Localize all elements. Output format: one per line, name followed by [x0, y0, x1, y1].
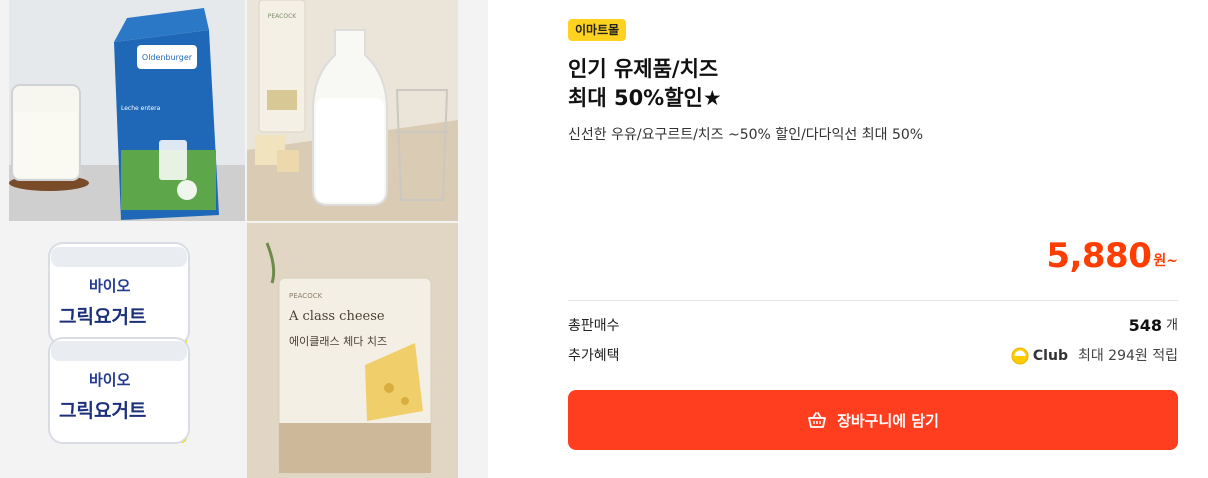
total-sold-count: 548	[1128, 316, 1163, 335]
bio-greek-yogurt-image[interactable]: 1등 x2 바이오 그릭요거트 바이오 그릭요거트	[9, 223, 245, 478]
club-benefit-text: 최대 294원 적립	[1077, 348, 1178, 364]
club-icon	[1011, 347, 1029, 365]
product-title: 인기 유제품/치즈 최대 50%할인★	[568, 55, 1168, 113]
club-label: Club	[1032, 348, 1068, 364]
price-unit: 원~	[1153, 253, 1178, 269]
extra-benefit-row: 추가혜택 Club 최대 294원 적립	[568, 345, 1178, 367]
extra-benefit-label: 추가혜택	[568, 348, 620, 364]
product-info-panel: 이마트몰 인기 유제품/치즈 최대 50%할인★ 신선한 우유/요구르트/치즈 …	[568, 0, 1178, 478]
total-sold-label: 총판매수	[568, 318, 620, 334]
peacock-a-class-cheese-image[interactable]: PEACOCK A class cheese 에이클래스 체다 치즈	[247, 223, 458, 478]
greek-yogurt-text-2: 그릭요거트	[59, 400, 146, 422]
product-image-gallery: Oldenburger Leche entera PEACOCK 1등	[0, 0, 488, 478]
divider	[568, 300, 1178, 301]
extra-benefit-value: Club 최대 294원 적립	[1011, 345, 1178, 367]
milk-subtext: Leche entera	[121, 105, 161, 112]
total-sold-row: 총판매수 548 개	[568, 315, 1178, 337]
peacock-brand-text: PEACOCK	[268, 13, 298, 20]
bio-brand-text-2: 바이오	[89, 371, 131, 389]
basket-icon	[808, 412, 826, 428]
product-title-line1: 인기 유제품/치즈	[568, 57, 719, 81]
product-subtitle: 신선한 우유/요구르트/치즈 ~50% 할인/다다익선 최대 50%	[568, 127, 924, 143]
total-sold-unit: 개	[1166, 318, 1178, 333]
oldenburger-milk-image[interactable]: Oldenburger Leche entera	[9, 0, 245, 221]
peacock-greek-yogurt-milk-image[interactable]: PEACOCK	[247, 0, 458, 221]
total-sold-value: 548 개	[1129, 315, 1178, 337]
price: 5,880 원~	[1046, 236, 1178, 276]
cheese-english-text: A class cheese	[288, 309, 385, 324]
add-to-cart-button[interactable]: 장바구니에 담기	[568, 390, 1178, 450]
product-title-line2: 최대 50%할인★	[568, 86, 722, 110]
cheese-korean-text: 에이클래스 체다 치즈	[289, 335, 387, 348]
milk-brand-text: Oldenburger	[142, 53, 193, 62]
mall-badge[interactable]: 이마트몰	[568, 19, 627, 41]
bio-brand-text: 바이오	[89, 277, 131, 295]
cheese-brand-text: PEACOCK	[289, 292, 323, 300]
add-to-cart-label: 장바구니에 담기	[837, 411, 939, 430]
price-amount: 5,880	[1046, 236, 1152, 276]
greek-yogurt-text: 그릭요거트	[59, 306, 146, 328]
